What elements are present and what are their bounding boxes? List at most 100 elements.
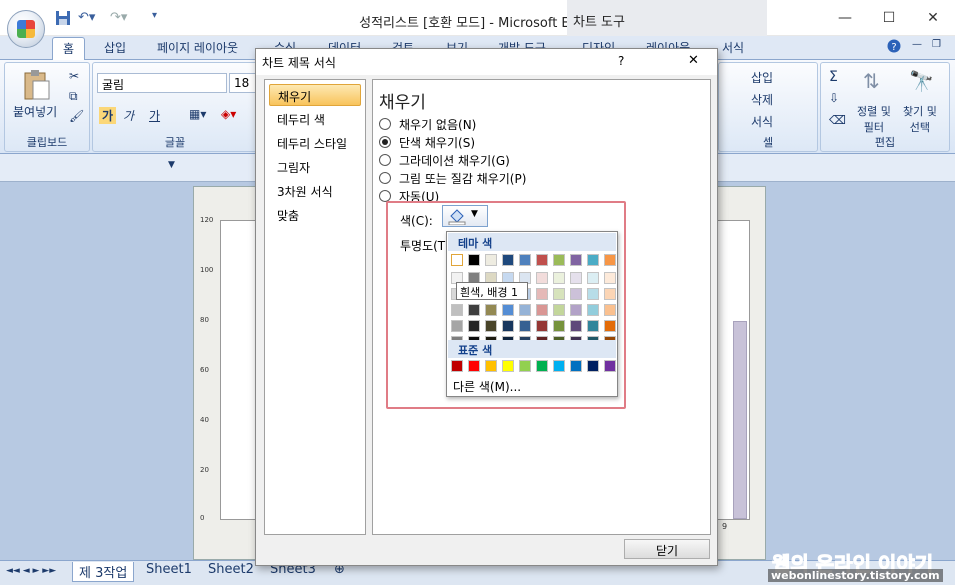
theme-shade-swatch[interactable] xyxy=(604,304,616,316)
theme-shade-swatch[interactable] xyxy=(519,304,531,316)
radio-label[interactable]: 그림 또는 질감 채우기(P) xyxy=(399,170,526,187)
tab-format[interactable]: 서식 xyxy=(722,39,744,56)
paste-icon[interactable] xyxy=(23,69,51,104)
underline-button[interactable]: 가 xyxy=(149,107,160,124)
theme-color-swatch[interactable] xyxy=(519,254,531,266)
sheet-tab[interactable]: Sheet2 xyxy=(208,562,254,577)
chart-bar[interactable] xyxy=(733,321,747,519)
standard-color-swatch[interactable] xyxy=(485,360,497,372)
close-button[interactable]: 닫기 xyxy=(624,539,710,559)
minimize-button[interactable]: — xyxy=(823,0,867,36)
standard-color-swatch[interactable] xyxy=(604,360,616,372)
cut-icon[interactable]: ✂ xyxy=(69,69,79,83)
theme-shade-swatch[interactable] xyxy=(502,304,514,316)
radio-label[interactable]: 채우기 없음(N) xyxy=(399,116,476,133)
sheet-tab-active[interactable]: 제 3작업 xyxy=(72,562,135,582)
theme-shade-swatch[interactable] xyxy=(587,272,599,284)
theme-shade-swatch[interactable] xyxy=(604,288,616,300)
bold-button[interactable]: 가 xyxy=(99,107,117,124)
radio-label[interactable]: 그라데이션 채우기(G) xyxy=(399,152,510,169)
standard-color-swatch[interactable] xyxy=(519,360,531,372)
standard-color-swatch[interactable] xyxy=(553,360,565,372)
ribbon-restore-icon[interactable]: ❐ xyxy=(932,39,941,50)
theme-color-swatch[interactable] xyxy=(536,254,548,266)
theme-color-swatch[interactable] xyxy=(451,254,463,266)
format-cells-button[interactable]: 서식 xyxy=(751,113,773,130)
border-icon[interactable]: ▦▾ xyxy=(189,107,206,121)
theme-color-swatch[interactable] xyxy=(553,254,565,266)
theme-shade-swatch[interactable] xyxy=(587,288,599,300)
theme-color-swatch[interactable] xyxy=(468,254,480,266)
nav-item-3d-format[interactable]: 3차원 서식 xyxy=(269,180,361,202)
theme-shade-swatch[interactable] xyxy=(536,272,548,284)
fill-down-icon[interactable]: ⇩ xyxy=(829,91,839,105)
theme-shade-swatch[interactable] xyxy=(553,320,565,332)
find-select-button[interactable]: 찾기 및 선택 xyxy=(903,103,937,135)
color-picker-button[interactable]: ▼ xyxy=(442,205,488,227)
delete-cells-button[interactable]: 삭제 xyxy=(751,91,773,108)
ribbon-minimize-icon[interactable]: — xyxy=(912,39,922,50)
nav-item-shadow[interactable]: 그림자 xyxy=(269,156,361,178)
theme-shade-swatch[interactable] xyxy=(536,288,548,300)
italic-button[interactable]: 가 xyxy=(123,107,134,124)
theme-shade-swatch[interactable] xyxy=(468,320,480,332)
font-name-combo[interactable]: 굴림 xyxy=(97,73,227,93)
office-button[interactable] xyxy=(7,10,45,48)
theme-shade-swatch[interactable] xyxy=(587,320,599,332)
theme-shade-swatch[interactable] xyxy=(485,304,497,316)
standard-color-swatch[interactable] xyxy=(570,360,582,372)
theme-shade-swatch[interactable] xyxy=(485,320,497,332)
insert-cells-button[interactable]: 삽입 xyxy=(751,69,773,86)
theme-shade-swatch[interactable] xyxy=(570,320,582,332)
theme-color-swatch[interactable] xyxy=(587,254,599,266)
autosum-button[interactable]: Σ xyxy=(829,69,838,85)
nav-item-border-color[interactable]: 테두리 색 xyxy=(269,108,361,130)
copy-icon[interactable]: ⧉ xyxy=(69,89,78,104)
fill-color-icon[interactable]: ◈▾ xyxy=(221,107,236,121)
theme-shade-swatch[interactable] xyxy=(451,304,463,316)
theme-shade-swatch[interactable] xyxy=(536,304,548,316)
help-icon[interactable]: ? xyxy=(887,39,901,56)
nav-item-fill[interactable]: 채우기 xyxy=(269,84,361,106)
sheet-tab[interactable]: Sheet1 xyxy=(146,562,192,577)
standard-color-swatch[interactable] xyxy=(536,360,548,372)
theme-shade-swatch[interactable] xyxy=(468,304,480,316)
radio-no-fill[interactable] xyxy=(379,118,391,130)
theme-shade-swatch[interactable] xyxy=(451,320,463,332)
theme-shade-swatch[interactable] xyxy=(553,272,565,284)
theme-shade-swatch[interactable] xyxy=(553,304,565,316)
theme-shade-swatch[interactable] xyxy=(570,304,582,316)
dialog-close-button[interactable]: ✕ xyxy=(688,53,699,68)
theme-color-swatch[interactable] xyxy=(570,254,582,266)
sort-filter-button[interactable]: 정렬 및 필터 xyxy=(857,103,891,135)
theme-shade-swatch[interactable] xyxy=(604,320,616,332)
more-colors-item[interactable]: 다른 색(M)... xyxy=(453,378,521,395)
standard-color-swatch[interactable] xyxy=(587,360,599,372)
maximize-button[interactable]: ☐ xyxy=(867,0,911,36)
radio-picture-fill[interactable] xyxy=(379,172,391,184)
format-painter-icon[interactable]: 🖌 xyxy=(69,109,84,123)
theme-shade-swatch[interactable] xyxy=(553,288,565,300)
theme-shade-swatch[interactable] xyxy=(570,272,582,284)
standard-color-swatch[interactable] xyxy=(468,360,480,372)
name-box-dropdown-icon[interactable]: ▼ xyxy=(168,160,175,170)
standard-color-swatch[interactable] xyxy=(451,360,463,372)
theme-color-swatch[interactable] xyxy=(485,254,497,266)
radio-gradient-fill[interactable] xyxy=(379,154,391,166)
standard-color-swatch[interactable] xyxy=(502,360,514,372)
paste-label[interactable]: 붙여넣기 xyxy=(13,103,57,120)
theme-shade-swatch[interactable] xyxy=(536,320,548,332)
radio-solid-fill[interactable] xyxy=(379,136,391,148)
nav-item-alignment[interactable]: 맞춤 xyxy=(269,204,361,226)
theme-shade-swatch[interactable] xyxy=(604,272,616,284)
theme-shade-swatch[interactable] xyxy=(570,288,582,300)
nav-item-border-style[interactable]: 테두리 스타일 xyxy=(269,132,361,154)
close-window-button[interactable]: ✕ xyxy=(911,0,955,36)
theme-shade-swatch[interactable] xyxy=(519,320,531,332)
tab-insert[interactable]: 삽입 xyxy=(104,39,126,56)
tab-home[interactable]: 홈 xyxy=(52,37,86,61)
clear-icon[interactable]: ⌫ xyxy=(829,113,846,127)
theme-shade-swatch[interactable] xyxy=(502,320,514,332)
theme-color-swatch[interactable] xyxy=(604,254,616,266)
theme-color-swatch[interactable] xyxy=(502,254,514,266)
